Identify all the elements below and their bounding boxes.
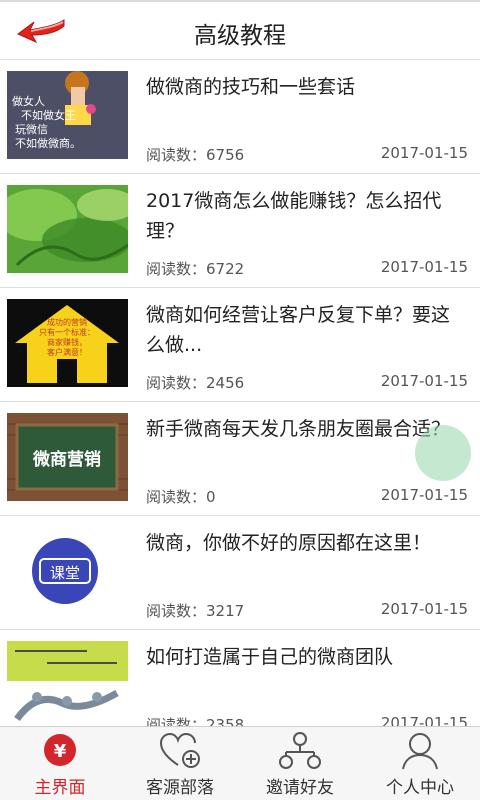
thumb-caption: 课堂	[50, 564, 80, 582]
network-icon	[279, 732, 321, 769]
article-date: 2017-01-15	[380, 486, 468, 504]
article-thumbnail	[7, 185, 128, 273]
top-bar: 高级教程	[0, 0, 480, 60]
read-count: 阅读数：6756	[146, 146, 245, 164]
read-count: 阅读数：6722	[146, 260, 245, 278]
list-item[interactable]: 如何打造属于自己的微商团队 阅读数：2358 2017-01-15	[0, 630, 480, 726]
article-list: 做女人 不如做女王 玩微信 不如做微商。 做微商的技巧和一些套话 阅读数：675…	[0, 60, 480, 726]
person-icon	[402, 733, 438, 770]
heart-plus-icon	[159, 732, 200, 768]
article-title: 新手微商每天发几条朋友圈最合适？	[146, 418, 451, 440]
list-item[interactable]: 微商营销 新手微商每天发几条朋友圈最合适？ 阅读数：0 2017-01-15	[0, 402, 480, 516]
read-count: 阅读数：2456	[146, 374, 245, 392]
thumb-caption: 不如做微商。	[15, 136, 81, 150]
thumb-caption: 客户满意！	[47, 347, 87, 357]
article-thumbnail	[7, 641, 128, 726]
article-title: 如何打造属于自己的微商团队	[146, 646, 394, 668]
article-thumbnail: 课堂	[7, 527, 128, 615]
article-date: 2017-01-15	[380, 372, 468, 390]
tab-label: 主界面	[34, 778, 86, 798]
article-title: 微商，你做不好的原因都在这里！	[146, 532, 432, 554]
list-item[interactable]: 2017微商怎么做能赚钱？怎么招代理？ 阅读数：6722 2017-01-15	[0, 174, 480, 288]
list-item[interactable]: 课堂 微商，你做不好的原因都在这里！ 阅读数：3217 2017-01-15	[0, 516, 480, 630]
tab-label: 个人中心	[386, 778, 454, 798]
tab-personal-center[interactable]: 个人中心	[360, 727, 480, 800]
list-item[interactable]: 做女人 不如做女王 玩微信 不如做微商。 做微商的技巧和一些套话 阅读数：675…	[0, 60, 480, 174]
thumb-caption: 微商营销	[32, 449, 101, 470]
svg-text:¥: ¥	[54, 741, 67, 762]
article-date: 2017-01-15	[380, 258, 468, 276]
thumb-caption: 不如做女王	[21, 108, 76, 122]
read-count: 阅读数：3217	[146, 602, 245, 620]
tab-label: 邀请好友	[266, 778, 334, 798]
thumb-caption: 成功的营销	[47, 317, 87, 327]
list-item[interactable]: 成功的营销 只有一个标准： 商家赚钱， 客户满意！ 微商如何经营让客户反复下单？…	[0, 288, 480, 402]
yen-icon: ¥	[44, 734, 76, 766]
article-thumbnail: 成功的营销 只有一个标准： 商家赚钱， 客户满意！	[7, 299, 128, 387]
tab-home[interactable]: ¥ 主界面	[0, 727, 120, 800]
article-date: 2017-01-15	[380, 714, 468, 726]
article-title: 2017微商怎么做能赚钱？怎么招代理？	[146, 190, 442, 242]
article-title: 微商如何经营让客户反复下单？要这么做...	[146, 304, 451, 356]
article-date: 2017-01-15	[380, 600, 468, 618]
tab-customer-tribe[interactable]: 客源部落	[120, 727, 240, 800]
thumb-caption: 只有一个标准：	[39, 327, 95, 337]
read-count: 阅读数：0	[146, 488, 216, 506]
article-date: 2017-01-15	[380, 144, 468, 162]
tab-label: 客源部落	[146, 778, 214, 798]
thumb-caption: 玩微信	[15, 122, 48, 136]
page-title: 高级教程	[194, 23, 286, 49]
read-count: 阅读数：2358	[146, 716, 245, 726]
article-title: 做微商的技巧和一些套话	[146, 76, 356, 98]
bottom-tab-bar: ¥ 主界面 客源部落 邀请好友 个人中心	[0, 726, 480, 800]
tab-invite-friends[interactable]: 邀请好友	[240, 727, 360, 800]
thumb-caption: 商家赚钱，	[47, 337, 87, 347]
article-thumbnail: 微商营销	[7, 413, 128, 501]
thumb-caption: 做女人	[12, 94, 45, 108]
article-thumbnail: 做女人 不如做女王 玩微信 不如做微商。	[7, 71, 128, 159]
